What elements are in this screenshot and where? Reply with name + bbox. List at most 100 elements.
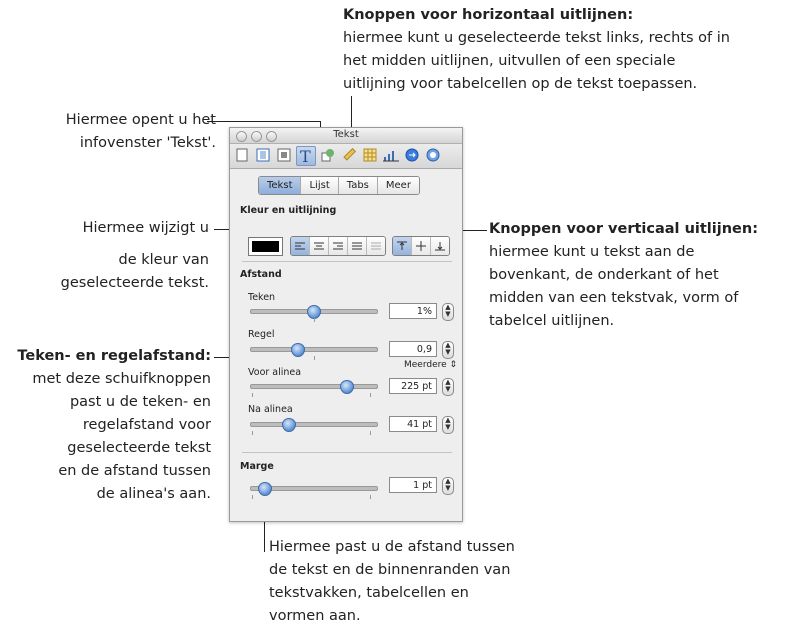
horizontal-align-title: Knoppen voor horizontaal uitlijnen: <box>343 7 634 23</box>
svg-text:T: T <box>300 148 311 164</box>
horizontal-align-text-3: uitlijning voor tabelcellen op de tekst … <box>343 76 698 92</box>
voor-alinea-tick-2 <box>370 393 371 397</box>
divider-1 <box>242 261 452 262</box>
wrap-icon[interactable] <box>275 146 293 164</box>
inspector-toolbar: T <box>230 144 462 169</box>
meerdere-label: Meerdere <box>404 360 447 370</box>
voor-alinea-stepper[interactable]: ▲ ▼ <box>442 378 454 396</box>
popup-arrows-icon: ⇕ <box>449 360 458 370</box>
voor-alinea-slider-track[interactable] <box>250 384 378 389</box>
chart-icon[interactable] <box>382 146 400 164</box>
spacing-text-1: met deze schuifknoppen <box>32 371 211 387</box>
text-color-well[interactable] <box>248 237 283 256</box>
tab-lijst[interactable]: Lijst <box>301 177 339 194</box>
align-natural-button[interactable] <box>367 237 385 255</box>
teken-label: Teken <box>248 292 276 303</box>
horizontal-align-text-2: het midden uitlijnen, uitvullen of een s… <box>343 53 676 69</box>
vertical-align-text-4: tabelcel uitlijnen. <box>489 313 615 329</box>
voor-alinea-value-field[interactable]: 225 pt <box>389 378 437 394</box>
horizontal-align-buttons <box>290 236 386 256</box>
vertical-align-text-3: midden van een tekstvak, vorm of <box>489 290 739 306</box>
margin-tick-1 <box>252 495 253 499</box>
color-text-3: geselecteerde tekst. <box>60 275 209 291</box>
voor-alinea-tick-1 <box>252 393 253 397</box>
margin-slider-knob[interactable] <box>258 482 272 496</box>
spacing-title: Teken- en regelafstand: <box>17 348 211 364</box>
infowindow-text-2: infovenster 'Tekst'. <box>79 135 216 151</box>
color-callout: Hiermee wijzigt u de kleur van geselecte… <box>20 217 209 295</box>
voor-alinea-slider-knob[interactable] <box>340 380 354 394</box>
align-justify-button[interactable] <box>348 237 367 255</box>
color-text-2: de kleur van <box>118 252 210 268</box>
align-bottom-button[interactable] <box>431 237 449 255</box>
spacing-leader-h <box>214 357 230 358</box>
spacing-text-4: geselecteerde tekst <box>67 440 211 456</box>
spacing-text-2: past u de teken- en <box>69 394 211 410</box>
infowindow-leader-h <box>207 121 320 122</box>
table-icon[interactable] <box>361 146 379 164</box>
line-spacing-mode-popup[interactable]: Meerdere ⇕ <box>404 360 457 370</box>
horizontal-align-callout: Knoppen voor horizontaal uitlijnen: hier… <box>343 4 730 96</box>
margin-stepper[interactable]: ▲ ▼ <box>442 477 454 495</box>
regel-slider-tick <box>314 356 315 360</box>
margin-callout: Hiermee past u de afstand tussen de teks… <box>269 536 515 628</box>
regel-label: Regel <box>248 329 275 340</box>
spacing-text-5: en de afstand tussen <box>58 463 211 479</box>
graphic-icon[interactable] <box>319 146 337 164</box>
vertical-align-text-2: bovenkant, de onderkant of het <box>489 267 719 283</box>
tab-tekst[interactable]: Tekst <box>259 177 302 194</box>
link-icon[interactable] <box>403 146 421 164</box>
color-alignment-heading: Kleur en uitlijning <box>240 205 337 216</box>
teken-slider-knob[interactable] <box>307 305 321 319</box>
margin-heading: Marge <box>240 461 274 472</box>
margin-text-3: tekstvakken, tabelcellen en <box>269 585 469 601</box>
spacing-text-6: de alinea's aan. <box>96 486 211 502</box>
regel-value-field[interactable]: 0,9 <box>389 341 437 357</box>
metrics-icon[interactable] <box>340 146 358 164</box>
vertical-align-text-1: hiermee kunt u tekst aan de <box>489 244 695 260</box>
window-title: Tekst <box>333 129 359 140</box>
teken-value-field[interactable]: 1% <box>389 303 437 319</box>
tab-meer[interactable]: Meer <box>377 177 419 194</box>
layout-icon[interactable] <box>254 146 272 164</box>
margin-text-4: vormen aan. <box>269 608 361 624</box>
color-swatch <box>252 241 279 252</box>
text-inspector-window: Tekst T Tekst Lijst Tabs Meer Kleur en u… <box>229 127 463 522</box>
horizontal-align-text-1: hiermee kunt u geselecteerde tekst links… <box>343 30 730 46</box>
teken-stepper[interactable]: ▲ ▼ <box>442 303 454 321</box>
margin-text-1: Hiermee past u de afstand tussen <box>269 539 515 555</box>
spacing-callout: Teken- en regelafstand: met deze schuifk… <box>4 345 211 506</box>
color-text-1: Hiermee wijzigt u <box>82 220 209 236</box>
vertical-align-title: Knoppen voor verticaal uitlijnen: <box>489 221 758 237</box>
align-left-button[interactable] <box>291 237 310 255</box>
quicktime-icon[interactable] <box>424 146 442 164</box>
na-alinea-slider-track[interactable] <box>250 422 378 427</box>
tab-tabs[interactable]: Tabs <box>338 177 378 194</box>
na-alinea-tick-1 <box>252 431 253 435</box>
voor-alinea-label: Voor alinea <box>248 367 302 378</box>
align-right-button[interactable] <box>329 237 348 255</box>
regel-slider-knob[interactable] <box>291 343 305 357</box>
document-icon[interactable] <box>233 146 251 164</box>
align-center-button[interactable] <box>310 237 329 255</box>
infowindow-callout: Hiermee opent u het infovenster 'Tekst'. <box>20 109 216 155</box>
regel-slider-track[interactable] <box>250 347 378 352</box>
na-alinea-stepper[interactable]: ▲ ▼ <box>442 416 454 434</box>
spacing-text-3: regelafstand voor <box>82 417 211 433</box>
na-alinea-slider-knob[interactable] <box>282 418 296 432</box>
infowindow-text-1: Hiermee opent u het <box>65 112 216 128</box>
title-bar[interactable]: Tekst <box>230 128 462 144</box>
margin-value-field[interactable]: 1 pt <box>389 477 437 493</box>
margin-tick-2 <box>370 495 371 499</box>
na-alinea-tick-2 <box>370 431 371 435</box>
spacing-heading: Afstand <box>240 269 282 280</box>
regel-stepper[interactable]: ▲ ▼ <box>442 341 454 359</box>
align-top-button[interactable] <box>393 237 412 255</box>
text-icon[interactable]: T <box>296 146 316 166</box>
teken-slider-tick <box>314 318 315 322</box>
align-middle-button[interactable] <box>412 237 431 255</box>
vertical-align-callout: Knoppen voor verticaal uitlijnen: hierme… <box>489 218 758 333</box>
na-alinea-value-field[interactable]: 41 pt <box>389 416 437 432</box>
margin-text-2: de tekst en de binnenranden van <box>269 562 511 578</box>
inspector-tabs: Tekst Lijst Tabs Meer <box>258 176 420 195</box>
